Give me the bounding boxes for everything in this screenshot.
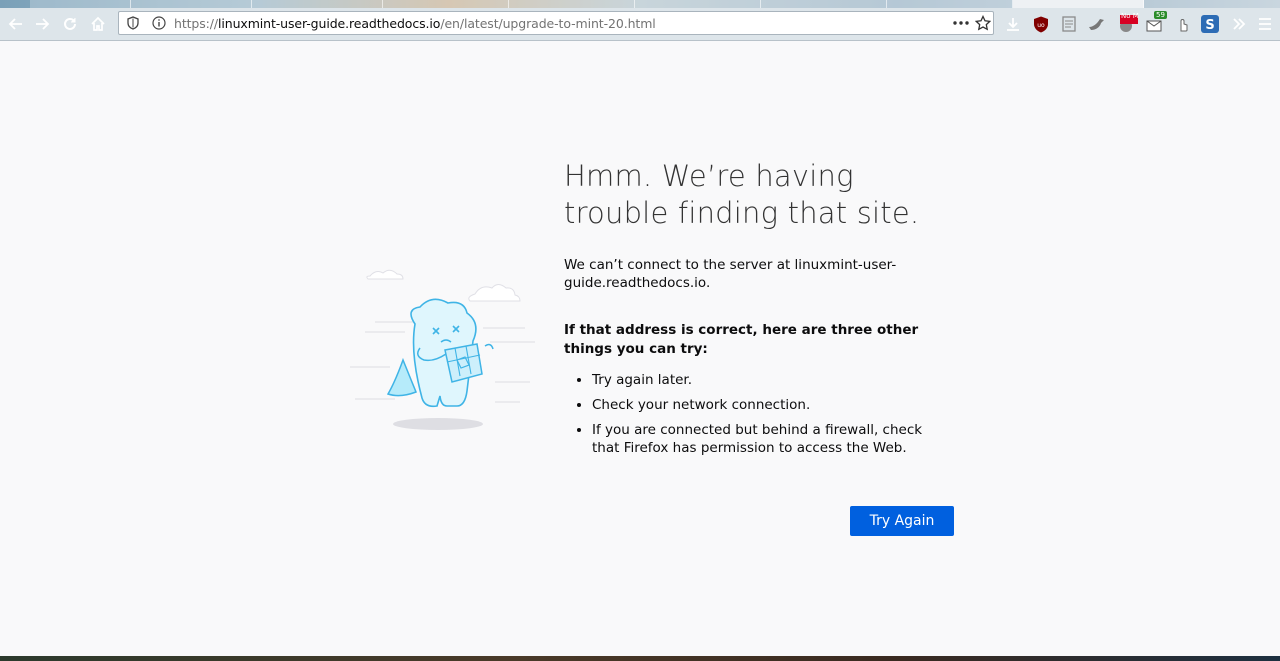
list-item: Check your network connection. [592, 396, 952, 414]
overflow-menu-button[interactable] [1228, 12, 1250, 36]
hamburger-menu-icon [1259, 18, 1271, 30]
error-content: Hmm. We’re having trouble finding that s… [564, 158, 964, 464]
forward-arrow-icon [36, 18, 50, 30]
tab[interactable] [635, 0, 761, 8]
hand-icon [1180, 19, 1188, 32]
app-menu-button[interactable] [1254, 12, 1276, 36]
s-extension-button[interactable]: S [1198, 12, 1222, 36]
extension-button[interactable] [1086, 12, 1108, 36]
ublock-shield-icon: uo [1034, 16, 1048, 32]
url-text[interactable]: https://linuxmint-user-guide.readthedocs… [174, 16, 656, 31]
try-again-button[interactable]: Try Again [850, 506, 954, 536]
tab-active[interactable] [1013, 0, 1144, 8]
s-logo-icon: S [1201, 15, 1219, 33]
bird-icon [1089, 19, 1104, 30]
list-item: If you are connected but behind a firewa… [592, 421, 952, 457]
url-host: linuxmint-user-guide.readthedocs.io [218, 16, 441, 31]
noscript-badge: No M [1121, 12, 1139, 20]
home-button[interactable] [86, 12, 110, 36]
tab[interactable] [509, 0, 635, 8]
tips-list: Try again later. Check your network conn… [564, 371, 952, 457]
download-icon [1007, 18, 1019, 31]
info-icon[interactable] [151, 15, 167, 31]
tab-strip [0, 0, 1280, 8]
ublock-button[interactable]: uo [1030, 12, 1052, 36]
noscript-button[interactable]: No M [1114, 12, 1140, 36]
home-icon [91, 16, 105, 31]
error-subtitle: If that address is correct, here are thr… [564, 322, 919, 357]
mail-button[interactable]: 59 [1144, 11, 1167, 36]
tab[interactable] [252, 0, 383, 8]
reader-extension-button[interactable] [1058, 12, 1080, 36]
url-path: /en/latest/upgrade-to-mint-20.html [440, 16, 656, 31]
tab[interactable] [887, 0, 1013, 8]
tab[interactable] [131, 0, 252, 8]
taskbar-strip [0, 656, 1280, 661]
page-actions-icon[interactable] [951, 15, 971, 31]
list-item: Try again later. [592, 371, 952, 389]
forward-button[interactable] [30, 12, 54, 36]
reload-icon [64, 17, 76, 30]
bookmark-star-icon[interactable] [975, 15, 991, 31]
downloads-button[interactable] [1002, 12, 1024, 36]
gesture-button[interactable] [1172, 12, 1194, 36]
navigation-toolbar: https://linuxmint-user-guide.readthedocs… [0, 8, 1280, 41]
url-bar[interactable]: https://linuxmint-user-guide.readthedocs… [118, 11, 994, 35]
error-description: We can’t connect to the server at linuxm… [564, 257, 897, 291]
tab[interactable] [761, 0, 887, 8]
chevron-double-right-icon [1233, 18, 1246, 30]
mail-count-badge: 59 [1154, 11, 1167, 19]
svg-text:uo: uo [1037, 22, 1045, 29]
back-arrow-icon [8, 18, 22, 30]
back-button[interactable] [4, 12, 28, 36]
svg-text:S: S [1205, 18, 1214, 33]
error-title: Hmm. We’re having trouble finding that s… [564, 159, 920, 230]
url-scheme: https:// [174, 16, 219, 31]
document-icon [1062, 16, 1076, 32]
shield-icon[interactable] [125, 15, 141, 31]
tab[interactable] [30, 0, 131, 8]
error-illustration [350, 269, 535, 430]
reload-button[interactable] [58, 12, 82, 36]
tab[interactable] [383, 0, 509, 8]
